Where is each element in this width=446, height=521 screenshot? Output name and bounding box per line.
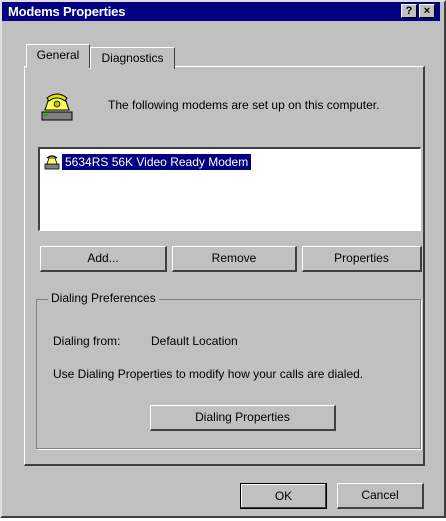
dialing-from-label: Dialing from: (53, 334, 121, 348)
remove-button[interactable]: Remove (172, 246, 297, 272)
close-button[interactable]: × (419, 4, 435, 18)
tab-general[interactable]: General (26, 44, 90, 68)
help-button[interactable]: ? (401, 4, 417, 18)
modem-list[interactable]: 5634RS 56K Video Ready Modem (38, 147, 421, 231)
modem-icon (44, 155, 60, 170)
dialing-properties-button[interactable]: Dialing Properties (150, 405, 336, 431)
dialing-from-value: Default Location (151, 334, 238, 348)
modem-label: 5634RS 56K Video Ready Modem (62, 154, 252, 170)
dialing-preferences-label: Dialing Preferences (48, 291, 159, 305)
title-bar[interactable]: Modems Properties ? × (2, 2, 440, 21)
tab-diagnostics[interactable]: Diagnostics (90, 47, 175, 69)
modem-phone-icon (41, 93, 73, 121)
tab-diagnostics-label: Diagnostics (101, 51, 164, 65)
tab-general-label: General (36, 48, 80, 62)
add-button[interactable]: Add... (40, 246, 167, 272)
properties-button[interactable]: Properties (302, 246, 422, 272)
intro-text: The following modems are set up on this … (108, 98, 380, 112)
window-title: Modems Properties (8, 4, 126, 19)
cancel-button[interactable]: Cancel (337, 483, 424, 509)
dialing-description: Use Dialing Properties to modify how you… (53, 367, 364, 381)
ok-button[interactable]: OK (240, 483, 327, 509)
list-item[interactable]: 5634RS 56K Video Ready Modem (44, 153, 252, 171)
